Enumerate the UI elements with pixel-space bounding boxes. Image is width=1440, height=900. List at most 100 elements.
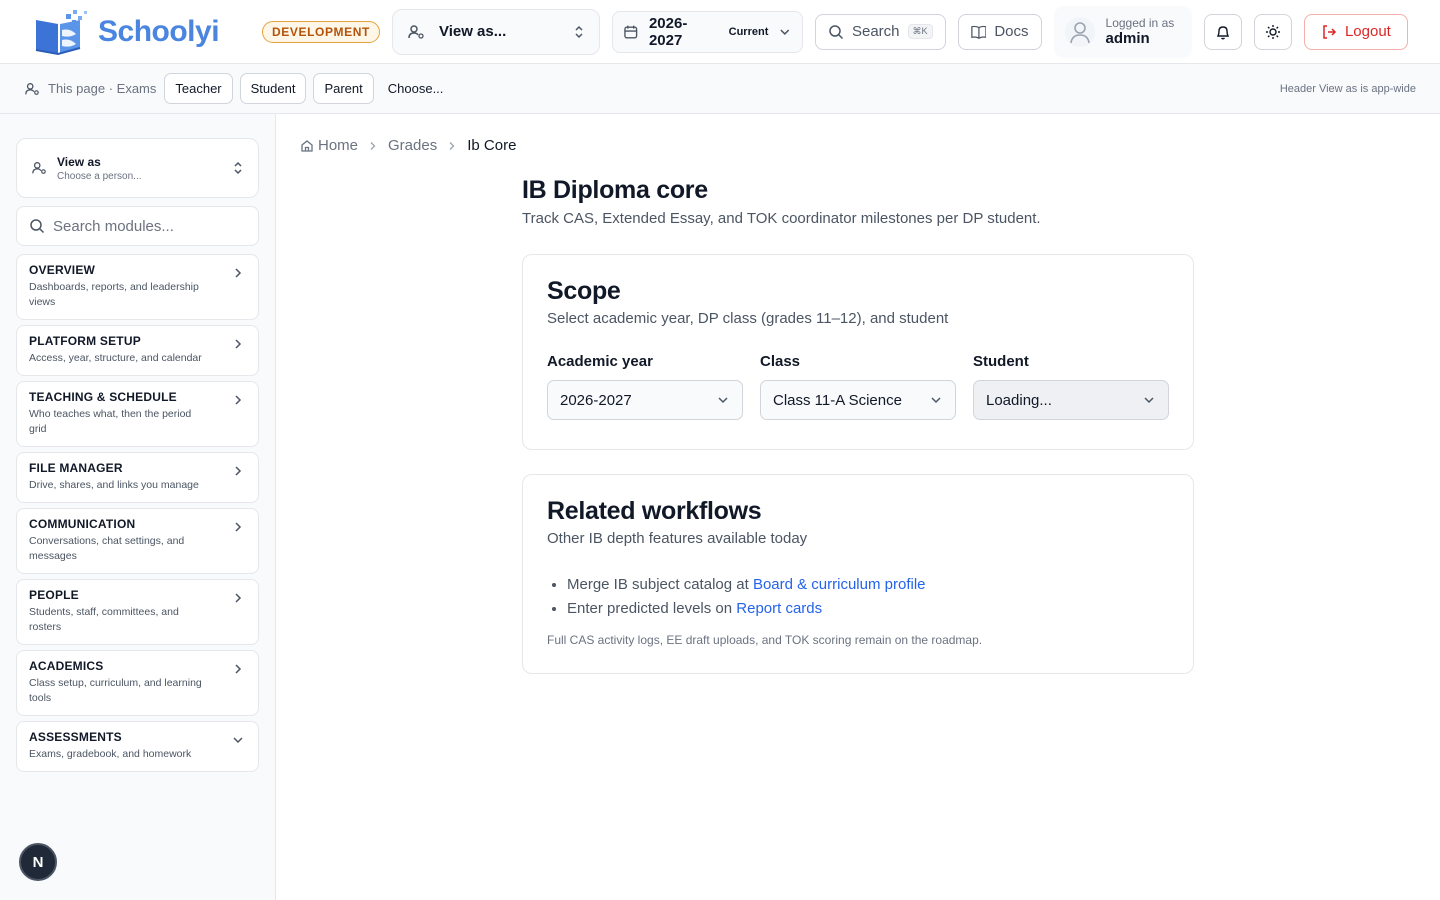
module-overview[interactable]: OVERVIEW Dashboards, reports, and leader… <box>16 254 259 320</box>
search-button[interactable]: Search ⌘K <box>814 13 946 50</box>
calendar-icon <box>624 25 638 39</box>
brand-name: Schoolyi <box>98 14 220 48</box>
user-menu[interactable]: Logged in as admin <box>1053 5 1193 58</box>
view-as-student-chip[interactable]: Student <box>239 73 307 104</box>
sidebar-view-as-select[interactable]: View as Choose a person... <box>16 138 259 198</box>
user-switch-icon <box>25 82 39 95</box>
user-switch-icon <box>32 162 46 174</box>
chevron-right-icon <box>235 522 242 532</box>
breadcrumb-home-label: Home <box>318 137 359 154</box>
choose-person-link[interactable]: Choose... <box>388 81 444 96</box>
module-search-input[interactable]: Search modules... <box>16 206 259 246</box>
board-curriculum-profile-link[interactable]: Board & curriculum profile <box>753 576 926 593</box>
view-as-select[interactable]: View as... <box>391 8 601 55</box>
related-list: Merge IB subject catalog at Board & curr… <box>547 573 1169 621</box>
page-view-as-bar: This page · Exams Teacher Student Parent… <box>0 64 1440 114</box>
module-description: Class setup, curriculum, and learning to… <box>29 677 202 704</box>
home-icon <box>301 139 313 152</box>
view-as-parent-chip[interactable]: Parent <box>313 73 374 104</box>
sidebar-view-as-subtitle: Choose a person... <box>57 170 142 182</box>
breadcrumb-grades[interactable]: Grades <box>388 137 437 154</box>
module-title: PLATFORM SETUP <box>29 334 141 348</box>
report-cards-link[interactable]: Report cards <box>736 600 822 617</box>
student-label: Student <box>973 353 1029 370</box>
scope-subtitle: Select academic year, DP class (grades 1… <box>547 310 949 327</box>
module-list: OVERVIEW Dashboards, reports, and leader… <box>16 254 259 772</box>
module-file-manager[interactable]: FILE MANAGER Drive, shares, and links yo… <box>16 452 259 503</box>
logout-label: Logout <box>1344 23 1391 40</box>
module-title: ACADEMICS <box>29 659 104 673</box>
related-title: Related workflows <box>547 497 762 525</box>
module-academics[interactable]: ACADEMICS Class setup, curriculum, and l… <box>16 650 259 716</box>
breadcrumb-home[interactable]: Home <box>300 137 358 154</box>
scope-title: Scope <box>547 277 621 305</box>
related-subtitle: Other IB depth features available today <box>547 530 808 547</box>
chevron-down-icon <box>233 737 243 744</box>
chevron-down-icon <box>931 397 941 404</box>
class-value: Class 11-A Science <box>773 391 902 409</box>
academic-year-value: 2026-2027 <box>560 391 632 409</box>
search-label: Search <box>851 23 900 40</box>
notifications-button[interactable] <box>1204 13 1243 50</box>
module-description: Who teaches what, then the period grid <box>29 408 192 435</box>
student-value: Loading... <box>986 391 1052 409</box>
roadmap-note: Full CAS activity logs, EE draft uploads… <box>547 633 983 647</box>
page-description: Track CAS, Extended Essay, and TOK coord… <box>522 210 1041 227</box>
chevron-right-icon <box>235 339 242 349</box>
user-switch-icon <box>408 24 424 39</box>
sidebar-view-as-title: View as <box>57 154 101 169</box>
module-title: COMMUNICATION <box>29 517 136 531</box>
view-as-label: View as... <box>438 23 507 40</box>
module-title: OVERVIEW <box>29 263 96 277</box>
module-title: PEOPLE <box>29 588 79 602</box>
book-open-icon <box>970 25 987 39</box>
module-teaching-schedule[interactable]: TEACHING & SCHEDULE Who teaches what, th… <box>16 381 259 447</box>
academic-year-field: Academic year 2026-2027 <box>547 353 743 420</box>
module-assessments[interactable]: ASSESSMENTS Exams, gradebook, and homewo… <box>16 721 259 772</box>
search-icon <box>829 24 843 39</box>
academic-year-label: Academic year <box>547 353 653 370</box>
view-as-teacher-chip[interactable]: Teacher <box>164 73 233 104</box>
sun-icon <box>1266 24 1281 39</box>
class-field: Class Class 11-A Science <box>760 353 956 420</box>
brand-logo[interactable]: Schoolyi <box>32 8 262 56</box>
top-header: Schoolyi DEVELOPMENT View as... 2026-202… <box>0 0 1440 64</box>
module-people[interactable]: PEOPLE Students, staff, committees, and … <box>16 579 259 645</box>
dev-tools-button[interactable]: N <box>19 843 57 881</box>
student-field: Student Loading... <box>973 353 1169 420</box>
class-dropdown[interactable]: Class 11-A Science <box>760 380 956 420</box>
chevron-right-icon <box>235 593 242 603</box>
module-platform-setup[interactable]: PLATFORM SETUP Access, year, structure, … <box>16 325 259 376</box>
module-description: Dashboards, reports, and leadership view… <box>29 281 199 308</box>
list-item: Enter predicted levels on Report cards <box>567 597 1169 621</box>
list-item-text: Merge IB subject catalog at <box>567 576 753 593</box>
academic-year-dropdown[interactable]: 2026-2027 <box>547 380 743 420</box>
student-dropdown[interactable]: Loading... <box>973 380 1169 420</box>
module-description: Drive, shares, and links you manage <box>29 479 199 491</box>
chevron-down-icon <box>780 29 790 35</box>
docs-label: Docs <box>994 23 1029 40</box>
academic-year-select[interactable]: 2026-2027 Current <box>612 10 803 53</box>
sidebar: View as Choose a person... Search module… <box>0 114 276 900</box>
user-name: admin <box>1105 30 1150 47</box>
search-icon <box>30 219 45 234</box>
related-workflows-card: Related workflows Other IB depth feature… <box>522 474 1194 674</box>
breadcrumb: Home Grades Ib Core <box>300 137 516 154</box>
breadcrumb-current: Ib Core <box>467 137 517 154</box>
scope-card: Scope Select academic year, DP class (gr… <box>522 254 1194 450</box>
chevron-right-icon <box>235 395 242 405</box>
list-item-text: Enter predicted levels on <box>567 600 737 617</box>
module-communication[interactable]: COMMUNICATION Conversations, chat settin… <box>16 508 259 574</box>
chevron-down-icon <box>718 397 728 404</box>
chevron-right-icon <box>449 141 455 150</box>
module-description: Access, year, structure, and calendar <box>29 352 202 364</box>
docs-button[interactable]: Docs <box>957 13 1042 50</box>
chevron-right-icon <box>370 141 376 150</box>
theme-toggle-button[interactable] <box>1254 13 1292 50</box>
list-item: Merge IB subject catalog at Board & curr… <box>567 573 1169 597</box>
class-label: Class <box>760 353 801 370</box>
page-title: IB Diploma core <box>522 176 708 204</box>
bell-icon <box>1217 25 1230 39</box>
module-title: TEACHING & SCHEDULE <box>29 390 177 404</box>
logout-button[interactable]: Logout <box>1303 13 1408 50</box>
